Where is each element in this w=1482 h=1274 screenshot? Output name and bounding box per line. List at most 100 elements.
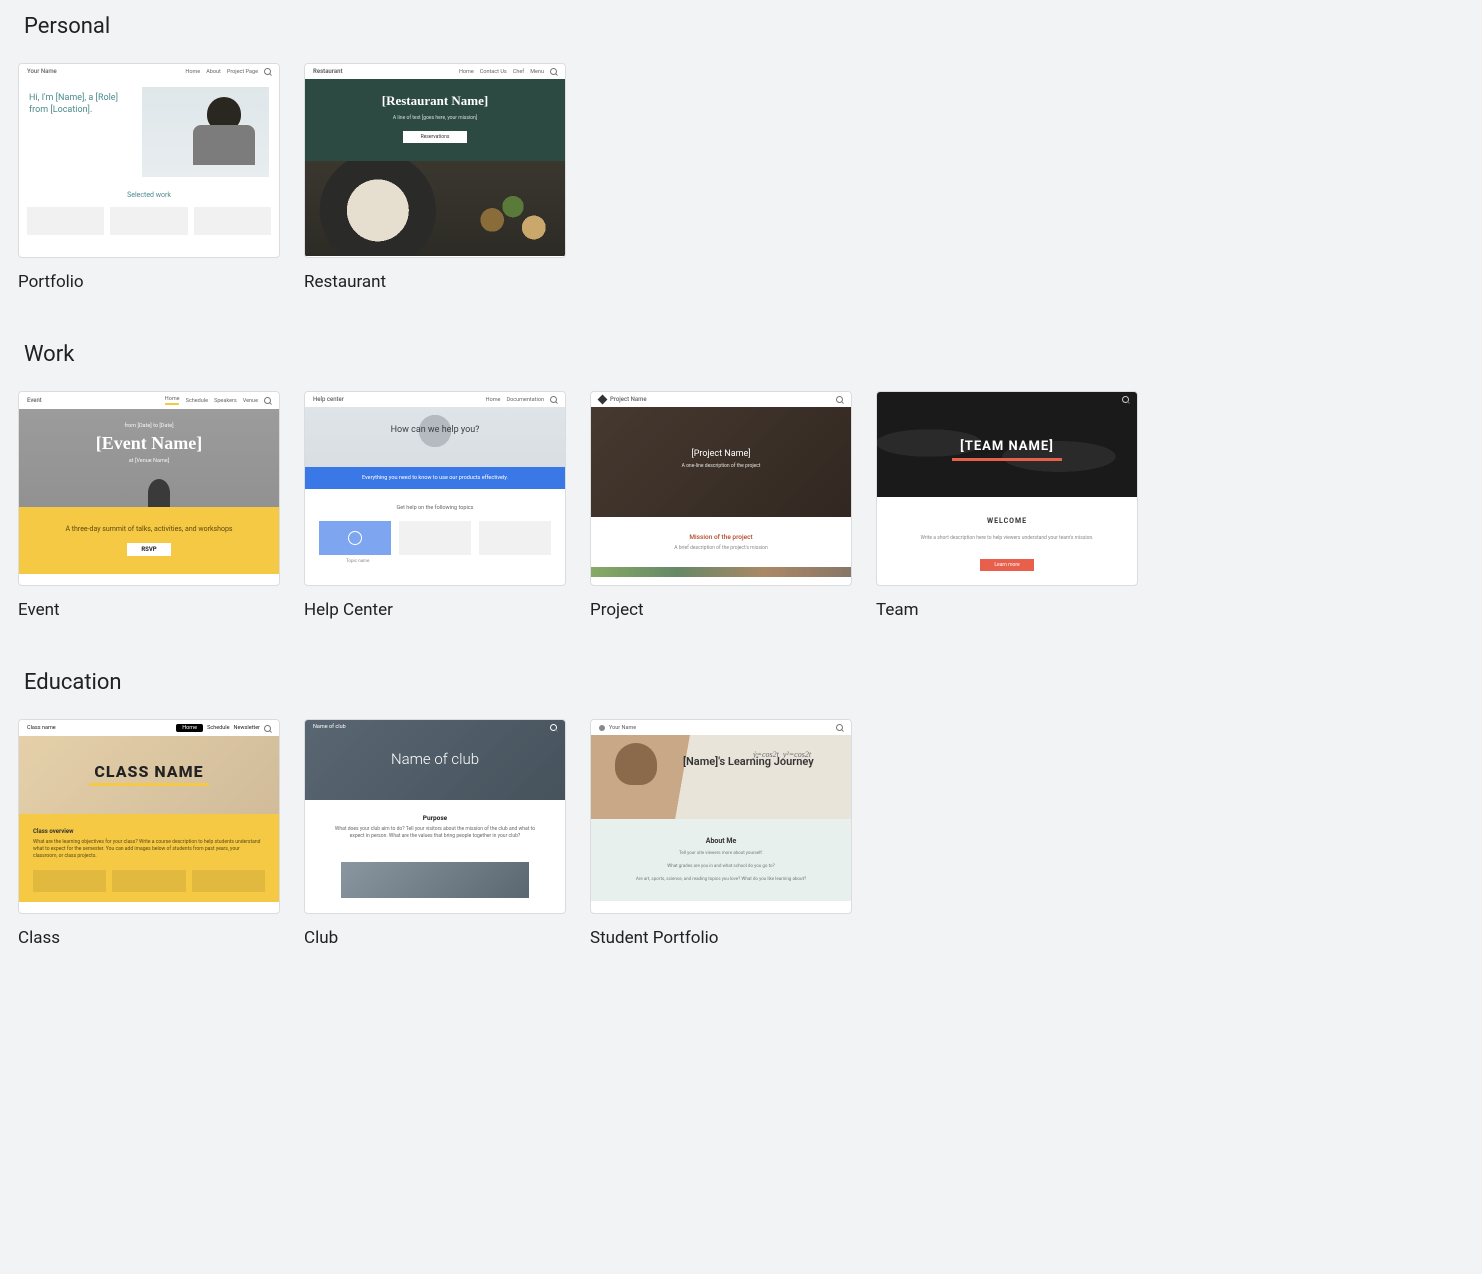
preview-hero: How can we help you? xyxy=(305,407,565,467)
nav-item: Contact Us xyxy=(480,69,507,75)
nav-item: Home xyxy=(185,69,200,75)
preview-section-heading: About Me xyxy=(607,837,835,845)
nav-item: Home xyxy=(165,396,180,405)
template-thumbnail: Your Name [Name]'s Learning Journey Abou… xyxy=(590,719,852,914)
preview-hero-title: [Name]'s Learning Journey xyxy=(683,755,851,769)
template-label: Event xyxy=(18,600,280,620)
template-label: Portfolio xyxy=(18,272,280,292)
preview-cta: Reservations xyxy=(403,131,468,143)
preview-header: Your Name Home About Project Page xyxy=(19,64,279,79)
preview-header: Your Name xyxy=(591,720,851,735)
template-grid: Event Home Schedule Speakers Venue from … xyxy=(18,391,1464,620)
template-thumbnail: Your Name Home About Project Page Hi, I'… xyxy=(18,63,280,258)
nav-item: Speakers xyxy=(214,398,237,404)
template-card-help-center[interactable]: Help center Home Documentation How can w… xyxy=(304,391,566,620)
preview-welcome-heading: WELCOME xyxy=(889,517,1125,525)
topic-tile xyxy=(319,521,391,555)
template-card-class[interactable]: Class name Home Schedule Newsletter CLAS… xyxy=(18,719,280,948)
nav-item: Chef xyxy=(513,69,524,75)
preview-header xyxy=(877,392,1137,407)
preview-welcome: WELCOME Write a short description here t… xyxy=(877,497,1137,586)
template-card-project[interactable]: Project Name [Project Name] A one-line d… xyxy=(590,391,852,620)
preview-section-body: Are art, sports, science, and reading to… xyxy=(607,877,835,884)
preview-nav: Home Contact Us Chef Menu xyxy=(459,68,557,75)
preview-section-body: What are the learning objectives for you… xyxy=(33,839,265,860)
preview-hero: [TEAM NAME] xyxy=(877,407,1137,497)
preview-hero: [Name]'s Learning Journey xyxy=(591,735,851,819)
preview-section-heading: Class overview xyxy=(33,828,265,835)
preview-tagline-strip: A three-day summit of talks, activities,… xyxy=(19,507,279,574)
tile-caption: Topic name xyxy=(319,559,396,564)
template-label: Restaurant xyxy=(304,272,566,292)
preview-section-heading: Mission of the project xyxy=(601,533,841,541)
search-icon xyxy=(264,397,271,404)
nav-item: Home xyxy=(176,724,203,732)
template-thumbnail: [TEAM NAME] WELCOME Write a short descri… xyxy=(876,391,1138,586)
template-card-student-portfolio[interactable]: Your Name [Name]'s Learning Journey Abou… xyxy=(590,719,852,948)
preview-site-title: Event xyxy=(27,397,42,404)
preview-nav: Home Schedule Speakers Venue xyxy=(165,396,271,405)
preview-nav: Home About Project Page xyxy=(185,68,271,75)
preview-hero-title: CLASS NAME xyxy=(19,762,279,781)
nav-item: Home xyxy=(459,69,474,75)
logo-icon xyxy=(598,395,608,405)
search-icon xyxy=(1122,396,1129,403)
template-thumbnail: Help center Home Documentation How can w… xyxy=(304,391,566,586)
preview-hero: Hi, I'm [Name], a [Role] from [Location]… xyxy=(19,79,279,177)
preview-venue-line: at [Venue Name] xyxy=(19,458,279,464)
preview-hero: [Project Name] A one-line description of… xyxy=(591,407,851,517)
avatar-icon xyxy=(599,725,605,731)
search-icon xyxy=(836,724,843,731)
template-label: Team xyxy=(876,600,1138,620)
preview-site-title: Name of club xyxy=(313,724,346,731)
preview-section-sub: A brief description of the project's mis… xyxy=(601,545,841,551)
preview-hero: [Restaurant Name] A line of text [goes h… xyxy=(305,79,565,161)
preview-nav: Home Schedule Newsletter xyxy=(176,724,271,732)
preview-hero-title: [Project Name] xyxy=(591,449,851,459)
section-personal: Personal Your Name Home About Project Pa… xyxy=(18,14,1464,292)
preview-header: Name of club xyxy=(305,720,565,735)
preview-cta: Learn more xyxy=(980,559,1033,571)
template-thumbnail: Name of club Name of club Purpose What d… xyxy=(304,719,566,914)
preview-hero-title: [TEAM NAME] xyxy=(877,439,1137,454)
preview-section-heading: Purpose xyxy=(329,814,541,822)
nav-item: Newsletter xyxy=(234,725,260,731)
template-card-club[interactable]: Name of club Name of club Purpose What d… xyxy=(304,719,566,948)
search-icon xyxy=(264,725,271,732)
section-title: Education xyxy=(24,670,1464,695)
preview-image-strip xyxy=(591,567,851,577)
accent-underline xyxy=(952,458,1062,461)
template-thumbnail: Restaurant Home Contact Us Chef Menu [Re… xyxy=(304,63,566,258)
section-work: Work Event Home Schedule Speakers Venue … xyxy=(18,342,1464,620)
preview-hero: from [Date] to [Date] [Event Name] at [V… xyxy=(19,409,279,507)
nav-item: Venue xyxy=(243,398,258,404)
preview-section-body: Tell your site viewers more about yourse… xyxy=(607,851,835,858)
nav-item: Home xyxy=(486,397,501,403)
preview-hero: Name of club Name of club xyxy=(305,720,565,800)
preview-welcome-sub: Write a short description here to help v… xyxy=(889,535,1125,541)
preview-header: Help center Home Documentation xyxy=(305,392,565,407)
preview-about: About Me Tell your site viewers more abo… xyxy=(591,819,851,901)
template-label: Class xyxy=(18,928,280,948)
preview-header: Class name Home Schedule Newsletter xyxy=(19,720,279,736)
template-grid: Your Name Home About Project Page Hi, I'… xyxy=(18,63,1464,292)
preview-topic-row xyxy=(305,521,565,555)
preview-blue-strip: Everything you need to know to use our p… xyxy=(305,467,565,489)
preview-site-title: Project Name xyxy=(610,396,647,403)
preview-body: Class overview What are the learning obj… xyxy=(19,814,279,902)
template-card-team[interactable]: [TEAM NAME] WELCOME Write a short descri… xyxy=(876,391,1138,620)
topic-tile xyxy=(399,521,471,555)
preview-placeholder-row xyxy=(19,207,279,235)
template-card-portfolio[interactable]: Your Name Home About Project Page Hi, I'… xyxy=(18,63,280,292)
preview-hero-title: [Restaurant Name] xyxy=(305,93,565,109)
preview-header: Project Name xyxy=(591,392,851,407)
template-label: Club xyxy=(304,928,566,948)
nav-item: Menu xyxy=(530,69,544,75)
template-card-event[interactable]: Event Home Schedule Speakers Venue from … xyxy=(18,391,280,620)
template-label: Student Portfolio xyxy=(590,928,852,948)
preview-site-title: Your Name xyxy=(609,725,636,731)
template-thumbnail: Project Name [Project Name] A one-line d… xyxy=(590,391,852,586)
template-thumbnail: Class name Home Schedule Newsletter CLAS… xyxy=(18,719,280,914)
preview-tagline: A three-day summit of talks, activities,… xyxy=(27,525,271,533)
template-card-restaurant[interactable]: Restaurant Home Contact Us Chef Menu [Re… xyxy=(304,63,566,292)
